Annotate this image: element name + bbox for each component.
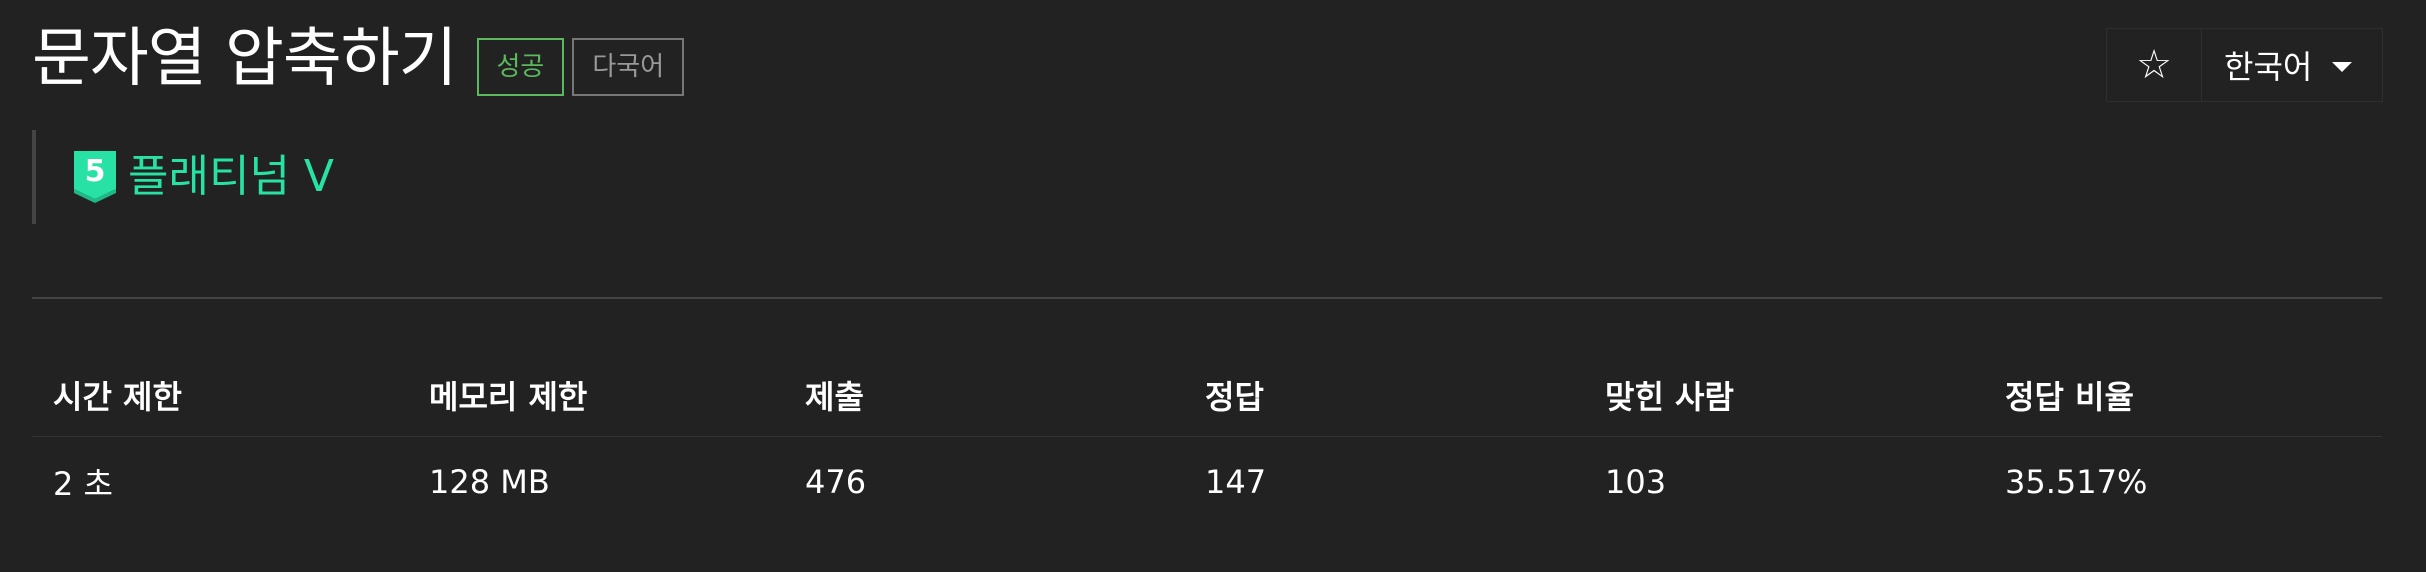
header-time-limit: 시간 제한 xyxy=(53,378,182,416)
tier-block: 5 플래티넘 V xyxy=(32,130,334,224)
header-actions: ☆ 한국어 xyxy=(2106,28,2383,102)
header-submissions: 제출 xyxy=(805,378,864,416)
value-solvers: 103 xyxy=(1605,463,1667,501)
header-memory-limit: 메모리 제한 xyxy=(429,378,588,416)
value-time-limit: 2 초 xyxy=(53,465,113,503)
title-row: 문자열 압축하기 성공 다국어 xyxy=(32,14,685,104)
header-solvers: 맞힌 사람 xyxy=(1605,378,1734,416)
tier-icon: 5 xyxy=(74,151,116,203)
language-label: 한국어 xyxy=(2224,48,2313,86)
header-accept-ratio: 정답 비율 xyxy=(2005,378,2134,416)
divider xyxy=(32,297,2382,299)
problem-page: 문자열 압축하기 성공 다국어 ☆ 한국어 5 플래티넘 V 시간 제한 메모리… xyxy=(0,0,2426,572)
caret-down-icon xyxy=(2332,62,2353,72)
language-dropdown[interactable]: 한국어 xyxy=(2202,29,2382,101)
value-submissions: 476 xyxy=(805,463,867,501)
page-title: 문자열 압축하기 xyxy=(32,22,458,96)
favorite-button[interactable]: ☆ xyxy=(2107,29,2202,101)
header-accepted: 정답 xyxy=(1205,378,1264,416)
value-accept-ratio: 35.517% xyxy=(2005,463,2148,501)
table-header-row: 시간 제한 메모리 제한 제출 정답 맞힌 사람 정답 비율 xyxy=(32,354,2382,437)
multilang-badge[interactable]: 다국어 xyxy=(572,38,685,96)
star-icon: ☆ xyxy=(2136,42,2172,88)
value-accepted: 147 xyxy=(1205,463,1267,501)
success-badge[interactable]: 성공 xyxy=(476,38,565,96)
problem-info-table: 시간 제한 메모리 제한 제출 정답 맞힌 사람 정답 비율 2 초 128 M… xyxy=(32,354,2382,527)
value-memory-limit: 128 MB xyxy=(429,463,550,501)
table-row: 2 초 128 MB 476 147 103 35.517% xyxy=(32,437,2382,527)
tier-level-number: 5 xyxy=(85,154,106,189)
tier-label[interactable]: 플래티넘 V xyxy=(128,151,334,203)
